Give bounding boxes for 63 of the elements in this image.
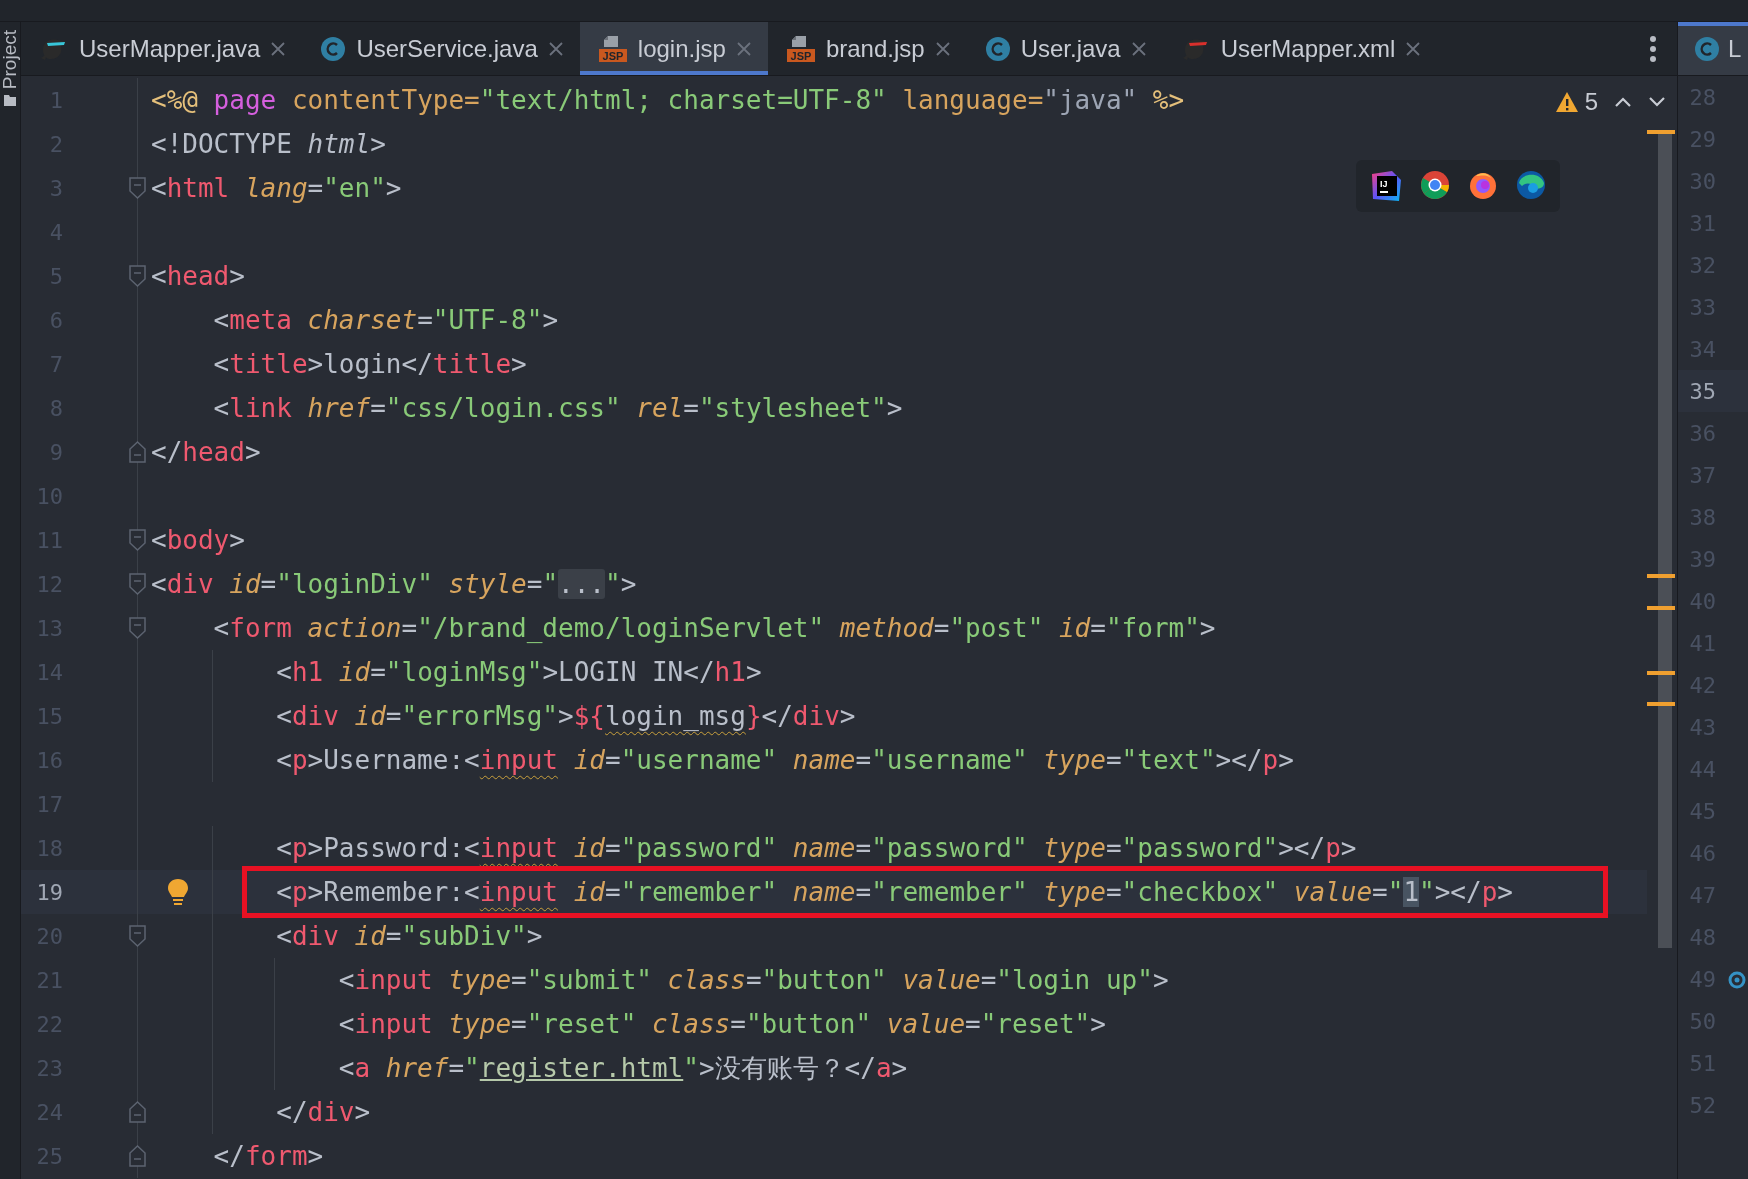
code-line: <p>Remember:<input id="remember" name="remember" type="checkbox" value="1"></p> <box>275 876 1513 909</box>
fold-marker-icon[interactable] <box>129 177 146 199</box>
warning-count: 5 <box>1584 88 1598 116</box>
code-line: <title>login</title> <box>212 348 527 381</box>
close-icon[interactable] <box>1130 40 1147 57</box>
close-icon[interactable] <box>547 40 564 57</box>
editor-tab[interactable]: L <box>1678 22 1748 75</box>
close-icon[interactable] <box>735 40 752 57</box>
code-line: <div id="errorMsg">${login_msg}</div> <box>275 700 856 733</box>
edge-icon[interactable] <box>1516 170 1546 200</box>
folder-icon[interactable] <box>4 95 16 107</box>
code-line: <%@ page contentType="text/html; charset=UTF-8" language="java" %> <box>151 84 1185 117</box>
code-line: <input type="submit" class="button" value="login up"> <box>337 964 1169 997</box>
code-line: <a href="register.html">没有账号？</a> <box>337 1052 908 1085</box>
editor-tab[interactable]: JSP brand.jsp <box>767 22 967 75</box>
code-line: <link href="css/login.css" rel="stylesheet"> <box>212 392 903 425</box>
firefox-icon[interactable] <box>1468 170 1498 200</box>
code-line: <input type="reset" class="button" value="reset"> <box>337 1008 1106 1041</box>
code-line: </form> <box>212 1140 324 1173</box>
code-line: <p>Password:<input id="password" name="password" type="password"></p> <box>275 832 1357 865</box>
fold-marker-icon[interactable] <box>129 529 146 551</box>
editor-tab[interactable]: UserMapper.xml <box>1162 22 1438 75</box>
code-line: <p>Username:<input id="username" name="username" type="text"></p> <box>275 744 1294 777</box>
warning-icon[interactable] <box>1554 91 1579 113</box>
fold-marker-icon[interactable] <box>129 265 146 287</box>
code-line: <html lang="en"> <box>151 172 402 205</box>
fold-marker-icon[interactable] <box>129 1101 146 1123</box>
close-icon[interactable] <box>270 40 287 57</box>
code-line: <meta charset="UTF-8"> <box>212 304 559 337</box>
code-line: <div id="loginDiv" style="..."> <box>151 568 637 601</box>
chevron-down-icon[interactable] <box>1648 96 1666 108</box>
lightbulb-icon[interactable] <box>167 878 189 906</box>
class-icon <box>984 35 1011 62</box>
code-line: <h1 id="loginMsg">LOGIN IN</h1> <box>275 656 762 689</box>
chevron-up-icon[interactable] <box>1614 96 1632 108</box>
fold-marker-icon[interactable] <box>129 925 146 947</box>
close-icon[interactable] <box>1405 40 1422 57</box>
fold-marker-icon[interactable] <box>129 441 146 463</box>
chrome-icon[interactable] <box>1420 170 1450 200</box>
editor-tab[interactable]: UserMapper.java <box>21 22 303 75</box>
line-number: 35 <box>1688 378 1716 404</box>
code-line: <div id="subDiv"> <box>275 920 543 953</box>
intellij-icon[interactable]: IJ <box>1370 170 1402 202</box>
code-line: <form action="/brand_demo/loginServlet" method="post" id="form"> <box>212 612 1216 645</box>
class-icon <box>1694 35 1720 62</box>
class-icon <box>320 35 347 62</box>
editor-tab[interactable]: JSP login.jsp <box>579 22 768 75</box>
code-line: <head> <box>151 260 245 293</box>
gutter-marker-icon[interactable] <box>1728 971 1746 989</box>
code-line: <body> <box>151 524 245 557</box>
code-line: <!DOCTYPE html> <box>151 128 386 161</box>
more-icon[interactable] <box>1649 35 1657 62</box>
fold-marker-icon[interactable] <box>129 1145 146 1167</box>
tool-window-label[interactable]: Project <box>0 30 20 90</box>
editor-tab[interactable]: UserService.java <box>302 22 580 75</box>
editor-tab[interactable]: User.java <box>966 22 1163 75</box>
line-number: 19 <box>35 879 63 905</box>
fold-marker-icon[interactable] <box>129 617 146 639</box>
fold-marker-icon[interactable] <box>129 573 146 595</box>
code-line: </head> <box>151 436 261 469</box>
code-line: </div> <box>275 1096 371 1129</box>
scrollbar-thumb[interactable] <box>1658 133 1672 948</box>
close-icon[interactable] <box>934 40 951 57</box>
